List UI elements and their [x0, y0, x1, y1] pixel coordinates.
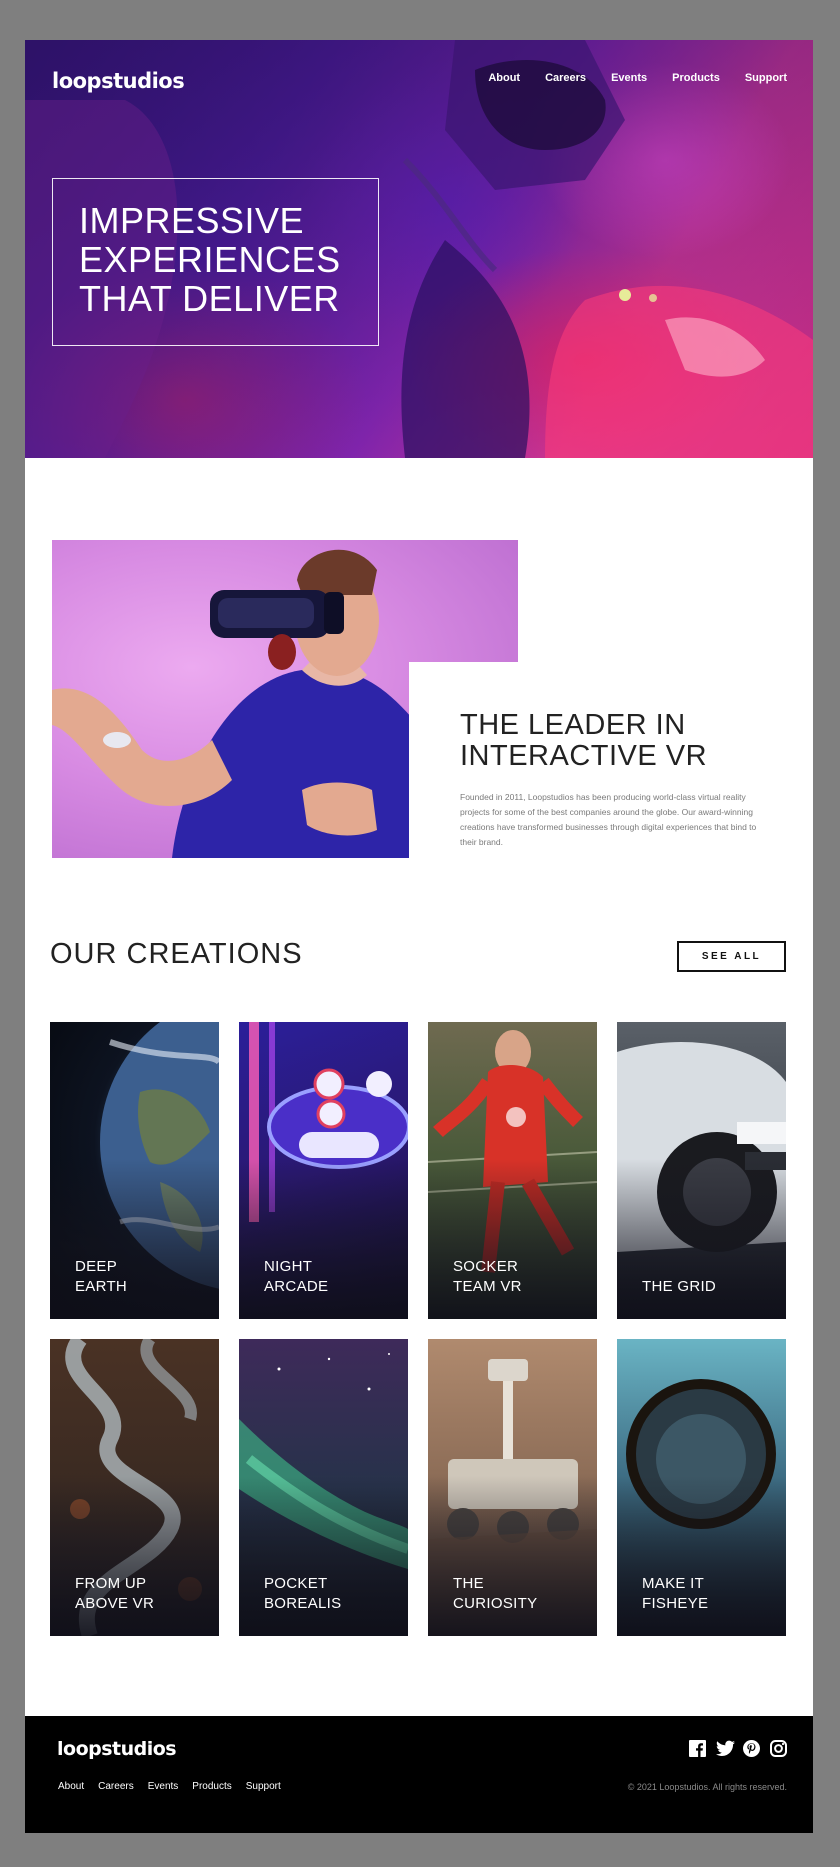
social-links — [689, 1740, 787, 1757]
see-all-button[interactable]: SEE ALL — [677, 941, 786, 972]
card-label: THE CURIOSITY — [453, 1575, 538, 1612]
leader-text-block: THE LEADER IN INTERACTIVE VR Founded in … — [460, 710, 760, 850]
nav-products[interactable]: Products — [672, 72, 720, 84]
card-label: DEEP EARTH — [75, 1258, 128, 1295]
hero-title-box: IMPRESSIVE EXPERIENCES THAT DELIVER — [52, 178, 379, 346]
nav-events[interactable]: Events — [611, 72, 647, 84]
footer-nav-products[interactable]: Products — [192, 1781, 231, 1792]
card-label: POCKET BOREALIS — [264, 1575, 342, 1612]
instagram-icon[interactable] — [770, 1740, 787, 1757]
landing-page: loopstudios About Careers Events Product… — [25, 40, 813, 1833]
footer-nav-about[interactable]: About — [58, 1781, 84, 1792]
card-label: SOCKER TEAM VR — [453, 1258, 522, 1295]
facebook-icon[interactable] — [689, 1740, 706, 1757]
creation-card-deep-earth[interactable]: DEEP EARTH — [50, 1022, 219, 1319]
creation-card-make-it-fisheye[interactable]: MAKE IT FISHEYE — [617, 1339, 786, 1636]
creation-card-from-up-above-vr[interactable]: FROM UP ABOVE VR — [50, 1339, 219, 1636]
main-nav: About Careers Events Products Support — [463, 72, 787, 84]
creation-card-pocket-borealis[interactable]: POCKET BOREALIS — [239, 1339, 408, 1636]
creation-card-socker-team-vr[interactable]: SOCKER TEAM VR — [428, 1022, 597, 1319]
site-logo[interactable]: loopstudios — [52, 69, 185, 93]
creation-card-night-arcade[interactable]: NIGHT ARCADE — [239, 1022, 408, 1319]
leader-title: THE LEADER IN INTERACTIVE VR — [460, 709, 708, 772]
footer-nav-support[interactable]: Support — [246, 1781, 281, 1792]
footer-nav-careers[interactable]: Careers — [98, 1781, 134, 1792]
pinterest-icon[interactable] — [743, 1740, 760, 1757]
footer-nav: About Careers Events Products Support — [58, 1781, 295, 1792]
leader-body: Founded in 2011, Loopstudios has been pr… — [460, 792, 757, 847]
twitter-icon[interactable] — [716, 1740, 735, 1757]
hero-section: loopstudios About Careers Events Product… — [25, 40, 813, 458]
footer-nav-events[interactable]: Events — [148, 1781, 179, 1792]
creation-card-the-grid[interactable]: THE GRID — [617, 1022, 786, 1319]
copyright-text: © 2021 Loopstudios. All rights reserved. — [627, 1782, 787, 1792]
creation-card-the-curiosity[interactable]: THE CURIOSITY — [428, 1339, 597, 1636]
site-footer: loopstudios About Careers Events Product… — [25, 1716, 813, 1833]
nav-careers[interactable]: Careers — [545, 72, 586, 84]
creations-title: OUR CREATIONS — [50, 938, 303, 970]
card-label: FROM UP ABOVE VR — [75, 1575, 155, 1612]
card-label: MAKE IT FISHEYE — [642, 1575, 709, 1612]
hero-title: IMPRESSIVE EXPERIENCES THAT DELIVER — [79, 200, 341, 319]
card-label: NIGHT ARCADE — [264, 1258, 329, 1295]
nav-about[interactable]: About — [488, 72, 520, 84]
footer-logo[interactable]: loopstudios — [57, 1738, 177, 1760]
nav-support[interactable]: Support — [745, 72, 787, 84]
card-label: THE GRID — [642, 1278, 717, 1295]
